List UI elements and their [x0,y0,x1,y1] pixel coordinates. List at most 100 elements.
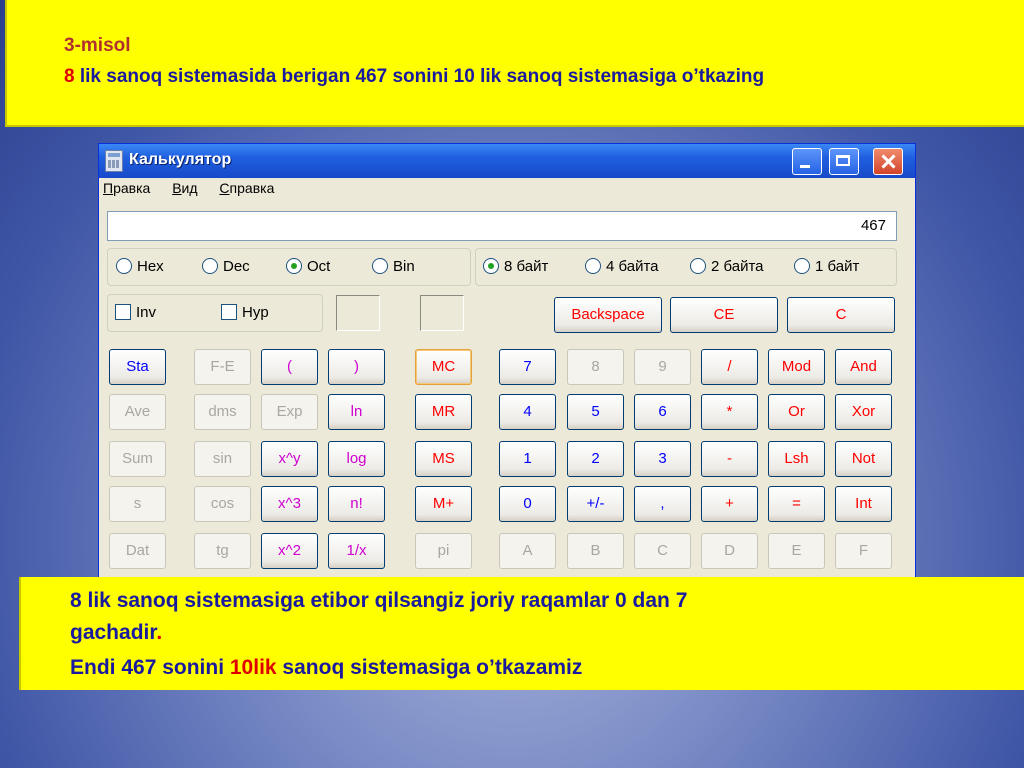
word-size-group: 8 байт 4 байта 2 байта 1 байт [475,248,897,286]
sum-button[interactable]: Sum [109,441,166,477]
checkbox-box [115,304,131,320]
open-paren-button[interactable]: ( [261,349,318,385]
digit-9-button[interactable]: 9 [634,349,691,385]
backspace-button[interactable]: Backspace [554,297,662,333]
tg-button[interactable]: tg [194,533,251,569]
hex-e-button[interactable]: E [768,533,825,569]
radio-4-byte[interactable]: 4 байта [585,258,659,275]
subtract-button[interactable]: - [701,441,758,477]
pi-button[interactable]: pi [415,533,472,569]
divide-button[interactable]: / [701,349,758,385]
slide-task: 8 lik sanoq sistemasida berigan 467 soni… [64,66,764,88]
lsh-button[interactable]: Lsh [768,441,825,477]
radio-bin[interactable]: Bin [372,258,415,275]
hex-d-button[interactable]: D [701,533,758,569]
note-line-1: 8 lik sanoq sistemasiga etibor qilsangiz… [70,589,688,612]
hex-c-button[interactable]: C [634,533,691,569]
radio-2-byte[interactable]: 2 байта [690,258,764,275]
radio-indicator [585,258,601,274]
fe-button[interactable]: F-E [194,349,251,385]
or-button[interactable]: Or [768,394,825,430]
hex-f-button[interactable]: F [835,533,892,569]
menu-view[interactable]: Вид [172,180,197,196]
note-line-3: Endi 467 sonini 10lik sanoq sistemasiga … [70,656,583,679]
radio-indicator [794,258,810,274]
mc-button[interactable]: MC [415,349,472,385]
radio-1-byte[interactable]: 1 байт [794,258,859,275]
radio-dec[interactable]: Dec [202,258,250,275]
dms-button[interactable]: dms [194,394,251,430]
radio-hex[interactable]: Hex [116,258,164,275]
window-title: Калькулятор [129,151,232,168]
memory-indicator [336,295,380,331]
multiply-button[interactable]: * [701,394,758,430]
task-prefix: 8 [64,66,75,87]
x-cube-button[interactable]: x^3 [261,486,318,522]
digit-6-button[interactable]: 6 [634,394,691,430]
maximize-button[interactable] [829,148,859,175]
add-button[interactable]: + [701,486,758,522]
radio-indicator [116,258,132,274]
sin-button[interactable]: sin [194,441,251,477]
ln-button[interactable]: ln [328,394,385,430]
close-button[interactable] [873,148,903,175]
calculator-window: Калькулятор Правка Вид Справка 467 Hex D… [98,143,916,583]
ms-button[interactable]: MS [415,441,472,477]
radio-indicator-selected [483,258,499,274]
reciprocal-button[interactable]: 1/x [328,533,385,569]
and-button[interactable]: And [835,349,892,385]
digit-2-button[interactable]: 2 [567,441,624,477]
digit-8-button[interactable]: 8 [567,349,624,385]
digit-5-button[interactable]: 5 [567,394,624,430]
s-button[interactable]: s [109,486,166,522]
slide-note-box: 8 lik sanoq sistemasiga etibor qilsangiz… [19,577,1024,690]
display-field[interactable]: 467 [107,211,897,241]
c-button[interactable]: C [787,297,895,333]
close-paren-button[interactable]: ) [328,349,385,385]
x-pow-y-button[interactable]: x^y [261,441,318,477]
menu-edit[interactable]: Правка [103,180,150,196]
slide-heading-box: 3-misol 8 lik sanoq sistemasida berigan … [5,0,1024,127]
inv-checkbox[interactable]: Inv [115,304,156,321]
digit-1-button[interactable]: 1 [499,441,556,477]
cos-button[interactable]: cos [194,486,251,522]
sign-button[interactable]: +/- [567,486,624,522]
radio-indicator [372,258,388,274]
parenthesis-indicator [420,295,464,331]
inv-hyp-group: Inv Hyp [107,294,323,332]
not-button[interactable]: Not [835,441,892,477]
hyp-checkbox[interactable]: Hyp [221,304,269,321]
xor-button[interactable]: Xor [835,394,892,430]
log-button[interactable]: log [328,441,385,477]
mr-button[interactable]: MR [415,394,472,430]
sta-button[interactable]: Sta [109,349,166,385]
hex-a-button[interactable]: A [499,533,556,569]
mod-button[interactable]: Mod [768,349,825,385]
digit-0-button[interactable]: 0 [499,486,556,522]
int-button[interactable]: Int [835,486,892,522]
digit-4-button[interactable]: 4 [499,394,556,430]
menu-help[interactable]: Справка [219,180,274,196]
m-plus-button[interactable]: M+ [415,486,472,522]
digit-7-button[interactable]: 7 [499,349,556,385]
ce-button[interactable]: CE [670,297,778,333]
dat-button[interactable]: Dat [109,533,166,569]
note-line-2: gachadir. [70,621,163,644]
hex-b-button[interactable]: B [567,533,624,569]
base-group: Hex Dec Oct Bin [107,248,471,286]
digit-3-button[interactable]: 3 [634,441,691,477]
x-square-button[interactable]: x^2 [261,533,318,569]
radio-8-byte[interactable]: 8 байт [483,258,548,275]
checkbox-box [221,304,237,320]
radio-oct[interactable]: Oct [286,258,330,275]
radio-indicator [690,258,706,274]
decimal-button[interactable]: , [634,486,691,522]
factorial-button[interactable]: n! [328,486,385,522]
ave-button[interactable]: Ave [109,394,166,430]
exp-button[interactable]: Exp [261,394,318,430]
minimize-button[interactable] [792,148,822,175]
task-text: lik sanoq sistemasida berigan 467 sonini… [74,66,765,87]
title-bar[interactable]: Калькулятор [99,144,915,178]
equals-button[interactable]: = [768,486,825,522]
radio-indicator-selected [286,258,302,274]
